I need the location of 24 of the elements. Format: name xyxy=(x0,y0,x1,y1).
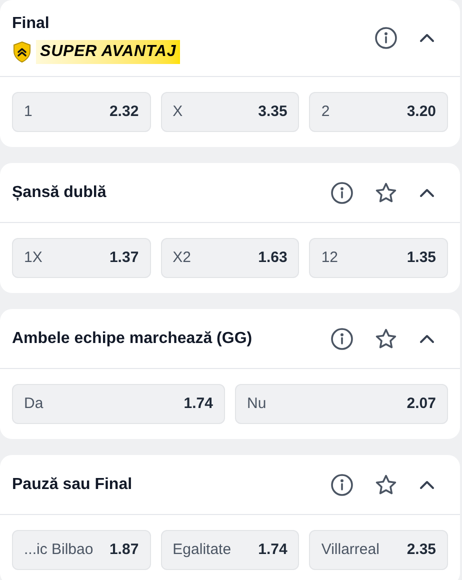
info-icon[interactable] xyxy=(330,326,354,350)
odds-button[interactable]: 1 2.32 xyxy=(12,92,151,132)
info-icon[interactable] xyxy=(374,26,398,50)
odds-button[interactable]: 1X 1.37 xyxy=(12,238,151,278)
star-icon[interactable] xyxy=(374,472,398,496)
odds-button[interactable]: X2 1.63 xyxy=(160,238,300,278)
market-title: Ambele echipe marchează (GG) xyxy=(12,328,252,348)
star-icon[interactable] xyxy=(374,180,398,204)
market-title: Final xyxy=(12,14,50,34)
market-title: Șansă dublă xyxy=(12,182,106,203)
shield-icon xyxy=(12,41,32,63)
odds-button[interactable]: Da 1.74 xyxy=(12,384,225,424)
odds-button[interactable]: Villarreal 2.35 xyxy=(309,530,448,570)
odds-button[interactable]: X 3.35 xyxy=(160,92,300,132)
promo-badge: SUPER AVANTAJ xyxy=(36,40,180,64)
market-title: Pauză sau Final xyxy=(12,474,132,494)
star-icon[interactable] xyxy=(374,326,398,350)
odds-button[interactable]: Egalitate 1.74 xyxy=(160,530,300,570)
odds-button[interactable]: Nu 2.07 xyxy=(235,384,448,424)
info-icon[interactable] xyxy=(330,472,354,496)
odds-button[interactable]: 12 1.35 xyxy=(309,238,448,278)
odds-button[interactable]: 2 3.20 xyxy=(309,92,448,132)
info-icon[interactable] xyxy=(330,180,354,204)
odds-button[interactable]: ...ic Bilbao 1.87 xyxy=(12,530,151,570)
